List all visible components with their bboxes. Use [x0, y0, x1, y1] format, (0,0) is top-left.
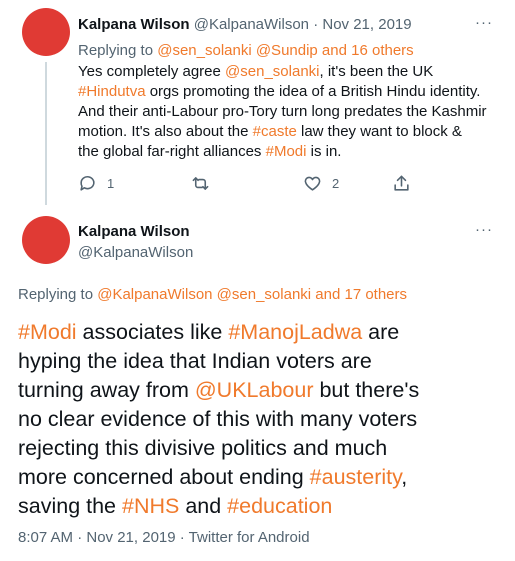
like-count: 2: [332, 176, 340, 191]
tweet-timestamp[interactable]: 8:07 AM · Nov 21, 2019 · Twitter for And…: [18, 529, 310, 546]
display-name[interactable]: Kalpana Wilson: [78, 16, 190, 33]
retweet-icon: [192, 177, 209, 190]
text-segment: is in.: [306, 143, 342, 160]
more-icon[interactable]: ···: [475, 14, 493, 31]
replying-prefix: Replying to: [18, 286, 94, 303]
tweet-text-line: #Hindutva orgs promoting the idea of a B…: [78, 82, 498, 102]
text-segment: orgs promoting the idea of a British Hin…: [145, 83, 481, 100]
replying-users-link[interactable]: @KalpanaWilson @sen_solanki and 17 other…: [97, 286, 407, 303]
hashtag-link[interactable]: #education: [227, 494, 332, 518]
tweet-text-line: no clear evidence of this with many vote…: [18, 405, 503, 434]
heart-icon: [304, 176, 321, 191]
hashtag-link[interactable]: #caste: [253, 123, 297, 140]
reply-icon: [80, 175, 95, 191]
replying-prefix: Replying to: [78, 42, 154, 59]
text-segment: turning away from: [18, 378, 195, 402]
text-segment: motion. It's also about the: [78, 123, 253, 140]
hashtag-link[interactable]: #Modi: [18, 320, 77, 344]
text-segment: , it's been the UK: [319, 63, 434, 80]
retweet-button[interactable]: [191, 174, 220, 193]
replying-users-link[interactable]: @sen_solanki @Sundip and 16 others: [157, 42, 413, 59]
text-segment: associates like: [76, 320, 229, 344]
tweet-text-line: the global far-right alliances #Modi is …: [78, 142, 498, 162]
tweet-text-line: And their anti-Labour pro-Tory turn long…: [78, 102, 498, 122]
tweet-text: #Modi associates like #ManojLadwa are hyp…: [18, 318, 503, 521]
tweet-date[interactable]: Nov 21, 2019: [322, 16, 411, 33]
handle[interactable]: @KalpanaWilson: [194, 16, 309, 33]
reply-button[interactable]: 1: [78, 174, 114, 193]
like-button[interactable]: 2: [303, 174, 339, 193]
tweet-text-line: #Modi associates like #ManojLadwa are: [18, 318, 503, 347]
share-icon: [394, 175, 409, 191]
hashtag-link[interactable]: #austerity: [310, 465, 402, 489]
text-segment: Yes completely agree: [78, 63, 226, 80]
tweet-text: Yes completely agree @sen_solanki, it's …: [78, 62, 498, 162]
thread-connector-line: [45, 62, 47, 205]
tweet-text-line: Yes completely agree @sen_solanki, it's …: [78, 62, 498, 82]
reply-tweet[interactable]: Kalpana Wilson @KalpanaWilson · Nov 21, …: [0, 0, 515, 205]
avatar[interactable]: [22, 8, 70, 56]
tweet-text-line: saving the #NHS and #education: [18, 492, 503, 521]
text-segment: but there's: [313, 378, 420, 402]
hashtag-link[interactable]: #NHS: [122, 494, 179, 518]
text-segment: rejecting this divisive politics and muc…: [18, 436, 388, 460]
replying-to: Replying to @KalpanaWilson @sen_solanki …: [18, 286, 407, 303]
share-button[interactable]: [392, 174, 421, 193]
text-segment: ,: [401, 465, 408, 489]
text-segment: no clear evidence of this with many vote…: [18, 407, 418, 431]
tweet-header: Kalpana Wilson @KalpanaWilson · Nov 21, …: [78, 16, 412, 33]
tweet-text-line: turning away from @UKLabour but there's: [18, 376, 503, 405]
tweet-text-line: more concerned about ending #austerity,: [18, 463, 503, 492]
text-segment: hyping the idea that Indian voters are: [18, 349, 372, 373]
text-segment: are: [362, 320, 400, 344]
text-segment: And their anti-Labour pro-Tory turn long…: [78, 103, 487, 120]
text-segment: the global far-right alliances: [78, 143, 266, 160]
hashtag-link[interactable]: #Hindutva: [78, 83, 146, 100]
mention-link[interactable]: @sen_solanki: [225, 63, 319, 80]
tweet-text-line: rejecting this divisive politics and muc…: [18, 434, 503, 463]
tweet-text-line: hyping the idea that Indian voters are: [18, 347, 503, 376]
replying-to: Replying to @sen_solanki @Sundip and 16 …: [78, 42, 414, 59]
avatar[interactable]: [22, 216, 70, 264]
text-segment: saving the: [18, 494, 122, 518]
hashtag-link[interactable]: #ManojLadwa: [228, 320, 362, 344]
handle[interactable]: @KalpanaWilson: [78, 244, 193, 261]
tweet-text-line: motion. It's also about the #caste law t…: [78, 122, 498, 142]
display-name[interactable]: Kalpana Wilson: [78, 223, 190, 240]
mention-link[interactable]: @UKLabour: [195, 378, 314, 402]
separator: ·: [313, 16, 319, 33]
action-bar: 1 2: [78, 174, 498, 196]
text-segment: more concerned about ending: [18, 465, 310, 489]
text-segment: law they want to block &: [296, 123, 462, 140]
text-segment: and: [179, 494, 228, 518]
more-icon[interactable]: ···: [475, 221, 493, 238]
reply-count: 1: [107, 176, 115, 191]
hashtag-link[interactable]: #Modi: [266, 143, 307, 160]
